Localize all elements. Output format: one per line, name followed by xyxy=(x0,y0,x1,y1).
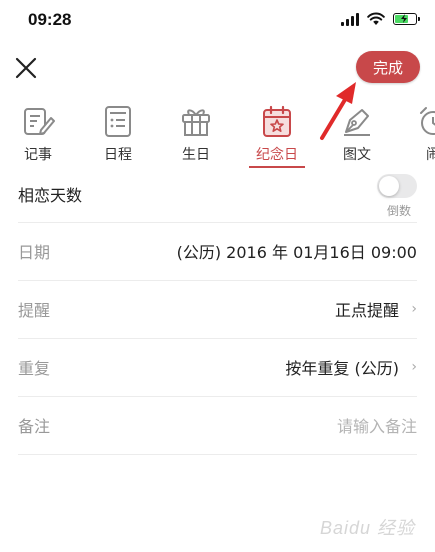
watermark: Baidu 经验 xyxy=(319,518,415,538)
notes-input[interactable]: 请输入备注 xyxy=(337,413,417,437)
alarm-clock-icon xyxy=(420,107,435,135)
chevron-right-icon: › xyxy=(411,359,417,375)
date-value: (公历) 2016 年 01月16日 09:00 xyxy=(176,243,417,262)
tab-birthday[interactable]: 生日 xyxy=(161,100,231,168)
tab-label: 纪念日 xyxy=(256,147,298,163)
gift-icon xyxy=(182,109,210,136)
date-label: 日期 xyxy=(18,243,51,262)
notes-label: 备注 xyxy=(18,417,51,436)
countdown-toggle[interactable] xyxy=(377,174,417,198)
cellular-signal-icon xyxy=(341,12,359,26)
reminder-value: 正点提醒 xyxy=(334,301,399,320)
close-icon xyxy=(15,57,37,79)
done-button[interactable]: 完成 xyxy=(356,51,420,83)
battery-icon xyxy=(393,13,420,25)
tab-note[interactable]: 记事 xyxy=(3,100,73,168)
wifi-icon xyxy=(367,12,385,25)
close-button[interactable] xyxy=(10,52,42,84)
countdown-label: 倒数 xyxy=(386,204,411,218)
schedule-list-icon xyxy=(105,106,131,137)
anniversary-calendar-star-icon xyxy=(263,105,291,137)
tab-alarm[interactable]: 闹 xyxy=(398,100,435,168)
tab-label: 图文 xyxy=(343,147,371,163)
anniversary-name-row: 相恋天数 倒数 xyxy=(18,168,417,223)
reminder-row[interactable]: 提醒 正点提醒 › xyxy=(18,280,417,339)
status-icons xyxy=(341,12,420,26)
notes-row[interactable]: 备注 请输入备注 xyxy=(18,396,417,455)
anniversary-name[interactable]: 相恋天数 xyxy=(18,182,82,206)
pen-image-icon xyxy=(344,109,370,136)
tab-anniversary[interactable]: 纪念日 xyxy=(242,100,312,168)
note-edit-icon xyxy=(24,108,55,135)
tab-label: 记事 xyxy=(24,147,52,163)
repeat-value: 按年重复 (公历) xyxy=(285,359,399,378)
status-bar: 09:28 xyxy=(0,0,435,44)
reminder-label: 提醒 xyxy=(18,301,51,320)
repeat-row[interactable]: 重复 按年重复 (公历) › xyxy=(18,338,417,397)
status-time: 09:28 xyxy=(28,10,72,29)
tab-image-text[interactable]: 图文 xyxy=(322,100,392,168)
repeat-label: 重复 xyxy=(18,359,51,378)
date-row[interactable]: 日期 (公历) 2016 年 01月16日 09:00 xyxy=(18,222,417,281)
tab-label: 生日 xyxy=(182,147,210,163)
tab-label: 日程 xyxy=(104,147,132,163)
category-tabs: 记事 日程 生日 纪念日 图文 闹 xyxy=(0,100,435,168)
top-bar: 完成 xyxy=(0,44,435,94)
chevron-right-icon: › xyxy=(411,301,417,317)
tab-label: 闹 xyxy=(426,147,435,163)
tab-schedule[interactable]: 日程 xyxy=(83,100,153,168)
